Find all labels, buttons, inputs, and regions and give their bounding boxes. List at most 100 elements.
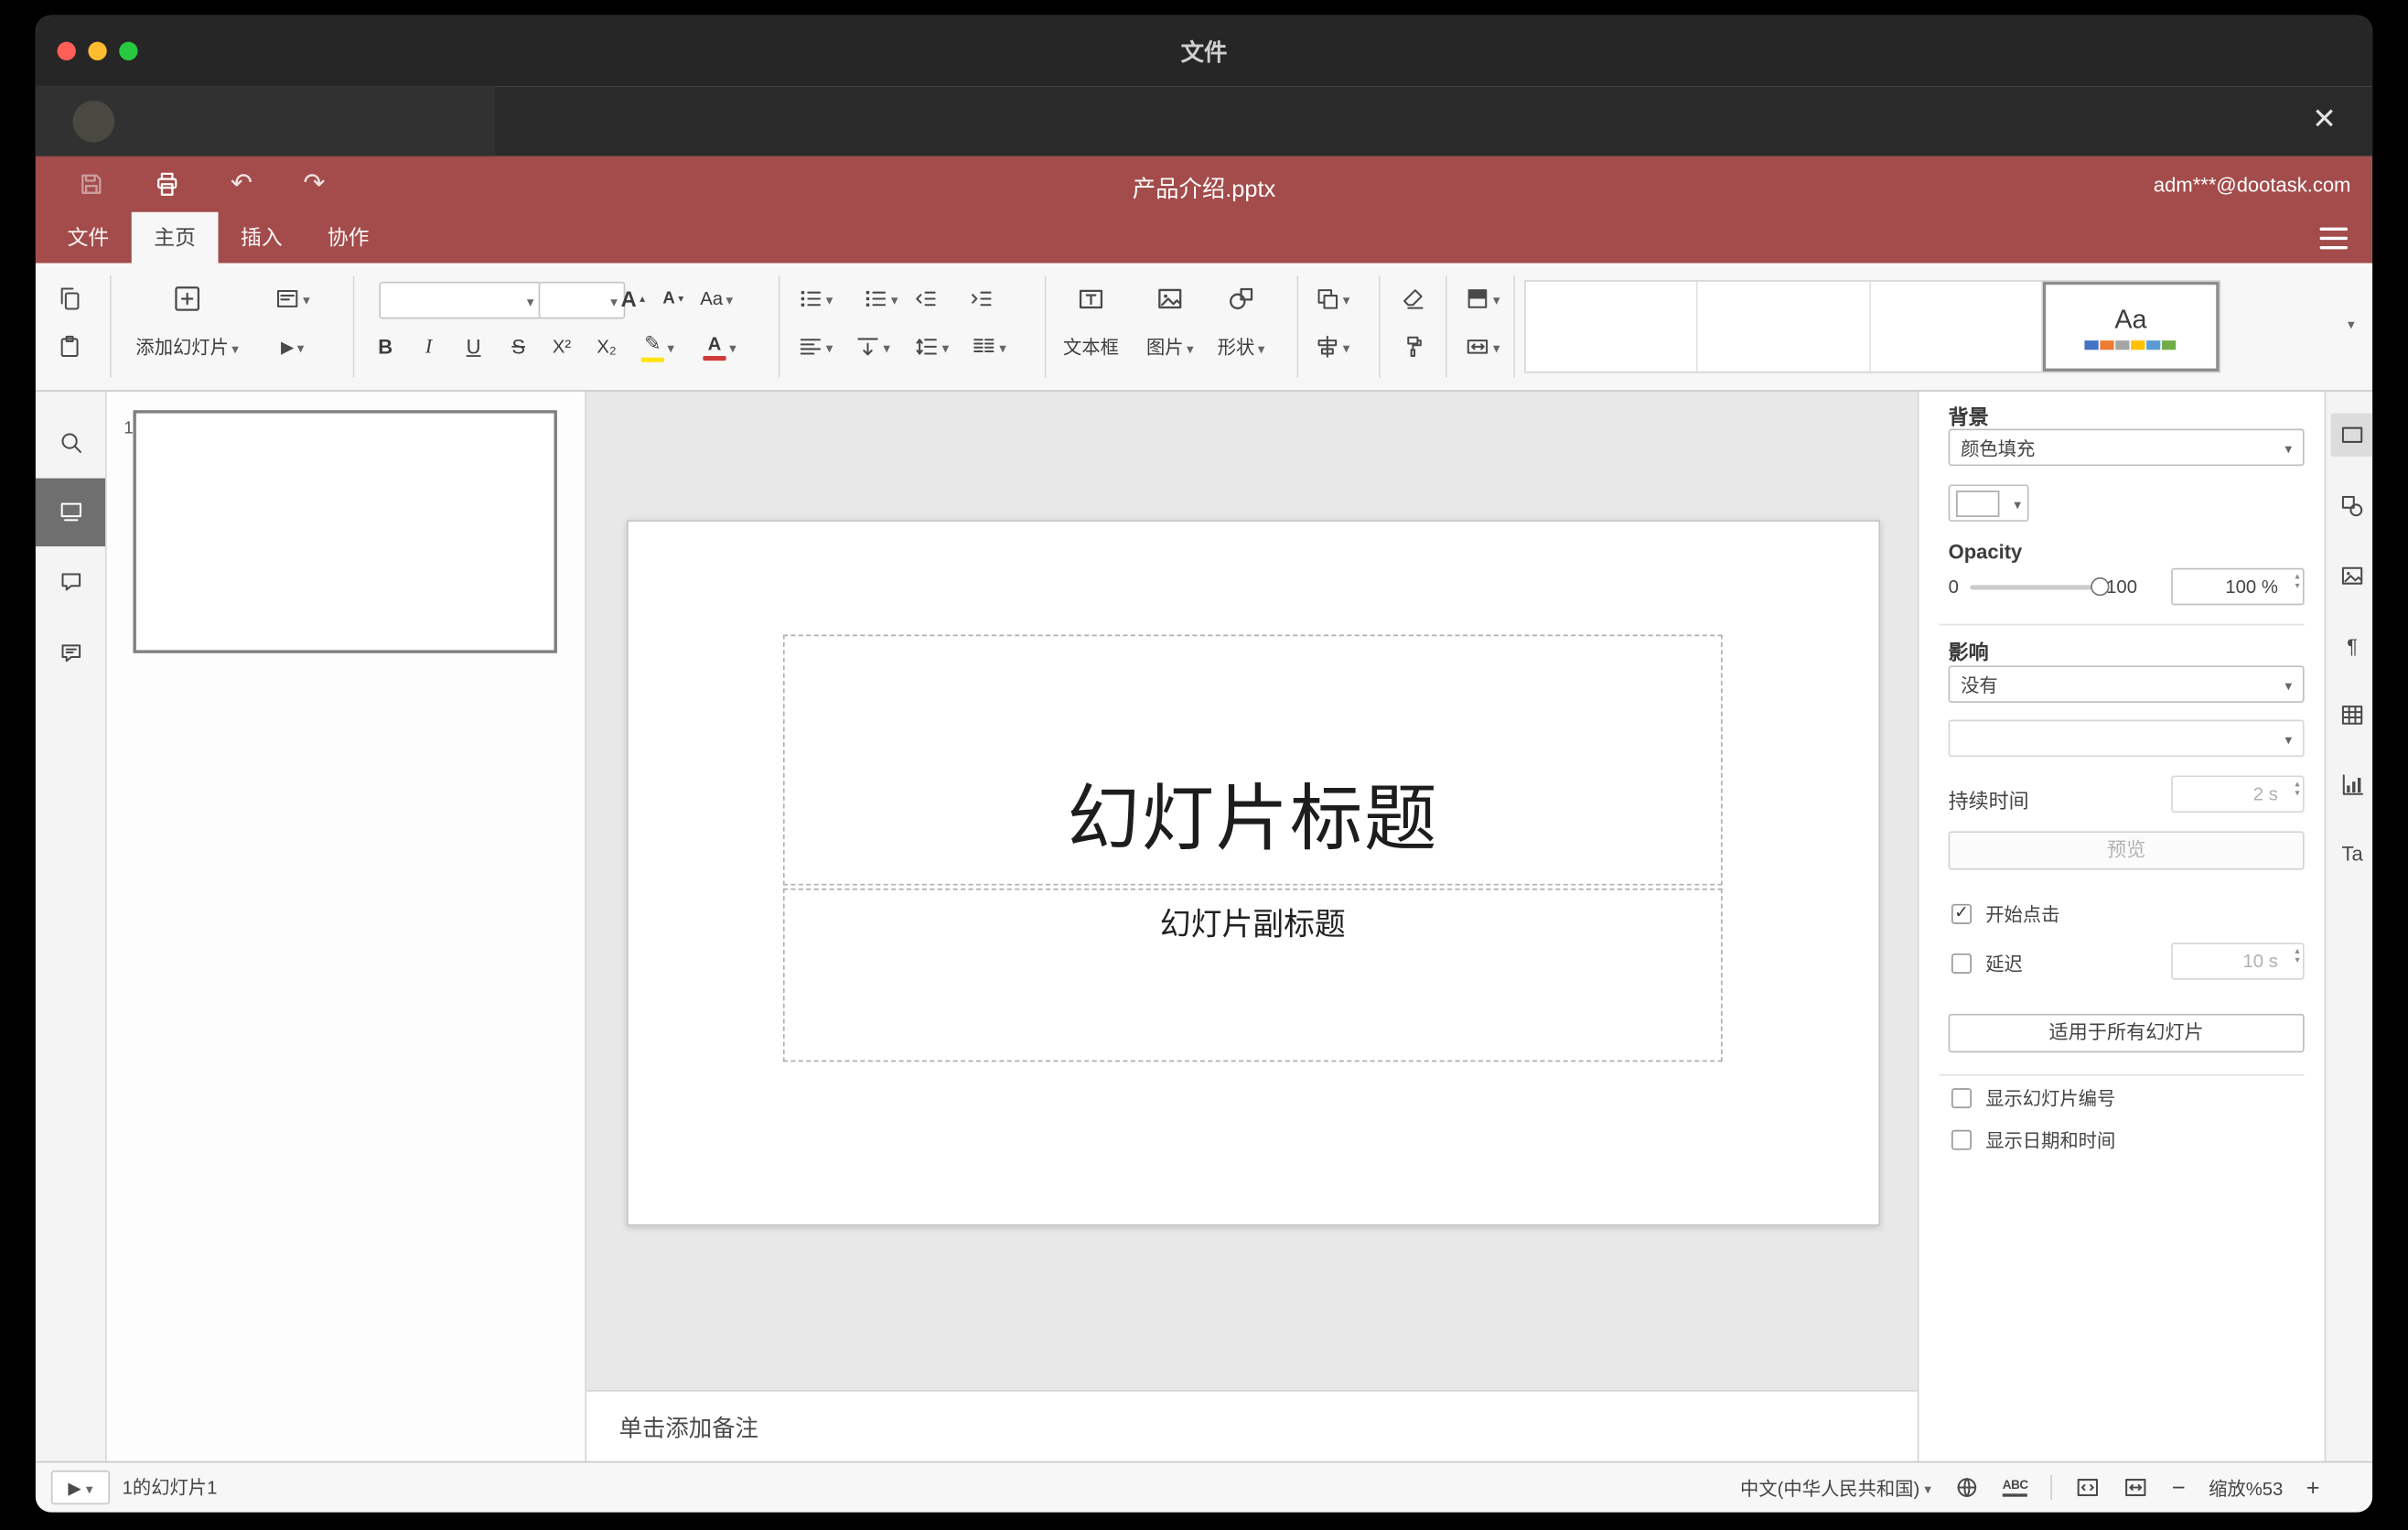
paragraph-settings-icon[interactable]: ¶ bbox=[2330, 624, 2372, 667]
opacity-input[interactable]: 100 % bbox=[2171, 567, 2305, 606]
slide-size-button[interactable] bbox=[1465, 334, 1500, 359]
effect-variant-select[interactable] bbox=[1948, 719, 2305, 758]
zoom-out-button[interactable]: − bbox=[2172, 1474, 2186, 1501]
slide-thumbnail[interactable] bbox=[133, 410, 557, 653]
apply-to-all-slides-button[interactable]: 适用于所有幻灯片 bbox=[1948, 1013, 2305, 1053]
checkbox-unchecked[interactable] bbox=[1951, 1088, 1972, 1109]
subscript-button[interactable]: X₂ bbox=[597, 336, 616, 358]
search-icon[interactable] bbox=[36, 409, 105, 477]
fit-to-slide-icon[interactable] bbox=[2076, 1475, 2101, 1500]
decrease-indent-button[interactable] bbox=[913, 286, 938, 311]
ribbon-toolbar: 添加幻灯片 A A Aa B I U S X² X₂ A bbox=[35, 263, 2373, 392]
font-name-combobox[interactable] bbox=[379, 281, 543, 319]
notes-area[interactable]: 单击添加备注 bbox=[586, 1389, 1918, 1465]
align-shapes-button[interactable] bbox=[1315, 334, 1349, 359]
tab-insert[interactable]: 插入 bbox=[219, 212, 306, 264]
zoom-in-button[interactable]: + bbox=[2306, 1474, 2320, 1501]
theme-option-1[interactable] bbox=[1525, 281, 1698, 372]
duration-input[interactable]: 2 s bbox=[2171, 775, 2305, 813]
bullets-button[interactable] bbox=[798, 286, 833, 311]
close-icon[interactable]: ✕ bbox=[2301, 98, 2348, 145]
duration-value: 2 s bbox=[2252, 782, 2278, 805]
highlight-color-button[interactable] bbox=[640, 331, 674, 362]
spinner-arrows-icon[interactable] bbox=[2295, 947, 2299, 965]
change-case-button[interactable]: Aa bbox=[700, 288, 733, 310]
increase-indent-button[interactable] bbox=[969, 286, 994, 311]
fill-color-select[interactable] bbox=[1948, 484, 2029, 523]
subtitle-placeholder[interactable]: 幻灯片副标题 bbox=[782, 888, 1723, 1062]
increase-font-size-button[interactable]: A bbox=[621, 286, 645, 311]
shape-settings-icon[interactable] bbox=[2330, 484, 2372, 527]
slide[interactable]: 幻灯片标题 幻灯片副标题 bbox=[627, 520, 1881, 1226]
background-app-remnant bbox=[35, 86, 496, 156]
paste-icon[interactable] bbox=[58, 334, 82, 359]
theme-option-selected[interactable]: Aa bbox=[2042, 281, 2220, 372]
slide-canvas[interactable]: 幻灯片标题 幻灯片副标题 bbox=[586, 391, 1918, 1390]
clear-style-icon[interactable] bbox=[1401, 286, 1425, 311]
comments-icon[interactable] bbox=[36, 548, 105, 616]
shape-fill-button[interactable] bbox=[1465, 286, 1500, 311]
delay-input[interactable]: 10 s bbox=[2171, 943, 2305, 980]
chart-settings-icon[interactable] bbox=[2330, 763, 2372, 806]
image-icon[interactable] bbox=[1156, 285, 1184, 312]
preview-button[interactable]: 预览 bbox=[1948, 831, 2305, 870]
spellcheck-icon[interactable]: ABC bbox=[2002, 1478, 2028, 1497]
theme-option-2[interactable] bbox=[1697, 281, 1871, 372]
bold-button[interactable]: B bbox=[378, 335, 392, 358]
chat-icon[interactable] bbox=[36, 620, 105, 687]
delay-checkbox[interactable]: 延迟 bbox=[1951, 951, 2023, 977]
table-settings-icon[interactable] bbox=[2330, 694, 2372, 737]
add-slide-button[interactable]: 添加幻灯片 bbox=[135, 334, 239, 361]
checkbox-checked[interactable]: ✓ bbox=[1951, 903, 1972, 924]
vertical-align-button[interactable] bbox=[855, 334, 890, 359]
shape-button[interactable]: 形状 bbox=[1218, 334, 1265, 361]
line-spacing-button[interactable] bbox=[914, 334, 949, 359]
slide-settings-icon[interactable] bbox=[2330, 413, 2373, 457]
fit-to-width-icon[interactable] bbox=[2123, 1475, 2148, 1500]
decrease-font-size-button[interactable]: A bbox=[662, 289, 683, 307]
start-slideshow-button[interactable] bbox=[281, 336, 304, 358]
tab-file[interactable]: 文件 bbox=[45, 212, 132, 264]
font-color-button[interactable]: A bbox=[703, 333, 736, 361]
shape-icon[interactable] bbox=[1227, 285, 1254, 312]
superscript-button[interactable]: X² bbox=[553, 336, 571, 358]
horizontal-align-button[interactable] bbox=[798, 334, 833, 359]
gallery-expand-icon[interactable] bbox=[2348, 317, 2354, 334]
opacity-slider[interactable] bbox=[1970, 576, 2110, 597]
effect-select[interactable]: 没有 bbox=[1948, 665, 2305, 703]
tab-home[interactable]: 主页 bbox=[131, 211, 219, 264]
show-slide-number-checkbox[interactable]: 显示幻灯片编号 bbox=[1951, 1085, 2115, 1112]
slides-panel-icon[interactable] bbox=[35, 478, 106, 547]
arrange-shapes-button[interactable] bbox=[1315, 286, 1349, 311]
checkbox-unchecked[interactable] bbox=[1951, 1129, 1972, 1150]
add-slide-icon[interactable] bbox=[172, 284, 203, 315]
strikeout-button[interactable]: S bbox=[511, 335, 525, 358]
title-placeholder[interactable]: 幻灯片标题 bbox=[782, 634, 1723, 886]
document-language-icon[interactable] bbox=[1954, 1475, 1979, 1500]
theme-option-3[interactable] bbox=[1870, 281, 2043, 372]
italic-button[interactable]: I bbox=[425, 334, 432, 359]
image-button[interactable]: 图片 bbox=[1146, 334, 1194, 361]
numbering-button[interactable] bbox=[863, 286, 898, 311]
textart-settings-icon[interactable]: Ta bbox=[2330, 831, 2372, 874]
textbox-icon[interactable] bbox=[1077, 285, 1104, 312]
slide-layout-button[interactable] bbox=[275, 286, 310, 311]
start-on-click-checkbox[interactable]: ✓ 开始点击 bbox=[1951, 900, 2059, 927]
checkbox-unchecked[interactable] bbox=[1951, 953, 1972, 974]
spinner-arrows-icon[interactable] bbox=[2295, 573, 2299, 591]
copy-style-icon[interactable] bbox=[1401, 334, 1425, 359]
textbox-button[interactable]: 文本框 bbox=[1063, 334, 1119, 361]
font-size-combobox[interactable] bbox=[538, 281, 626, 319]
tab-collaboration[interactable]: 协作 bbox=[305, 212, 392, 264]
menu-icon[interactable] bbox=[2319, 227, 2349, 250]
image-settings-icon[interactable] bbox=[2330, 555, 2372, 598]
copy-icon[interactable] bbox=[58, 286, 82, 311]
start-slideshow-statusbar-button[interactable] bbox=[50, 1470, 111, 1505]
spinner-arrows-icon[interactable] bbox=[2295, 781, 2299, 799]
underline-button[interactable]: U bbox=[467, 335, 481, 358]
fill-type-select[interactable]: 颜色填充 bbox=[1948, 428, 2305, 467]
columns-button[interactable] bbox=[972, 334, 1006, 359]
language-select[interactable]: 中文(中华人民共和国) bbox=[1740, 1474, 1931, 1501]
ribbon-tabs: 文件 主页 插入 协作 bbox=[45, 211, 392, 264]
show-date-checkbox[interactable]: 显示日期和时间 bbox=[1951, 1126, 2115, 1153]
